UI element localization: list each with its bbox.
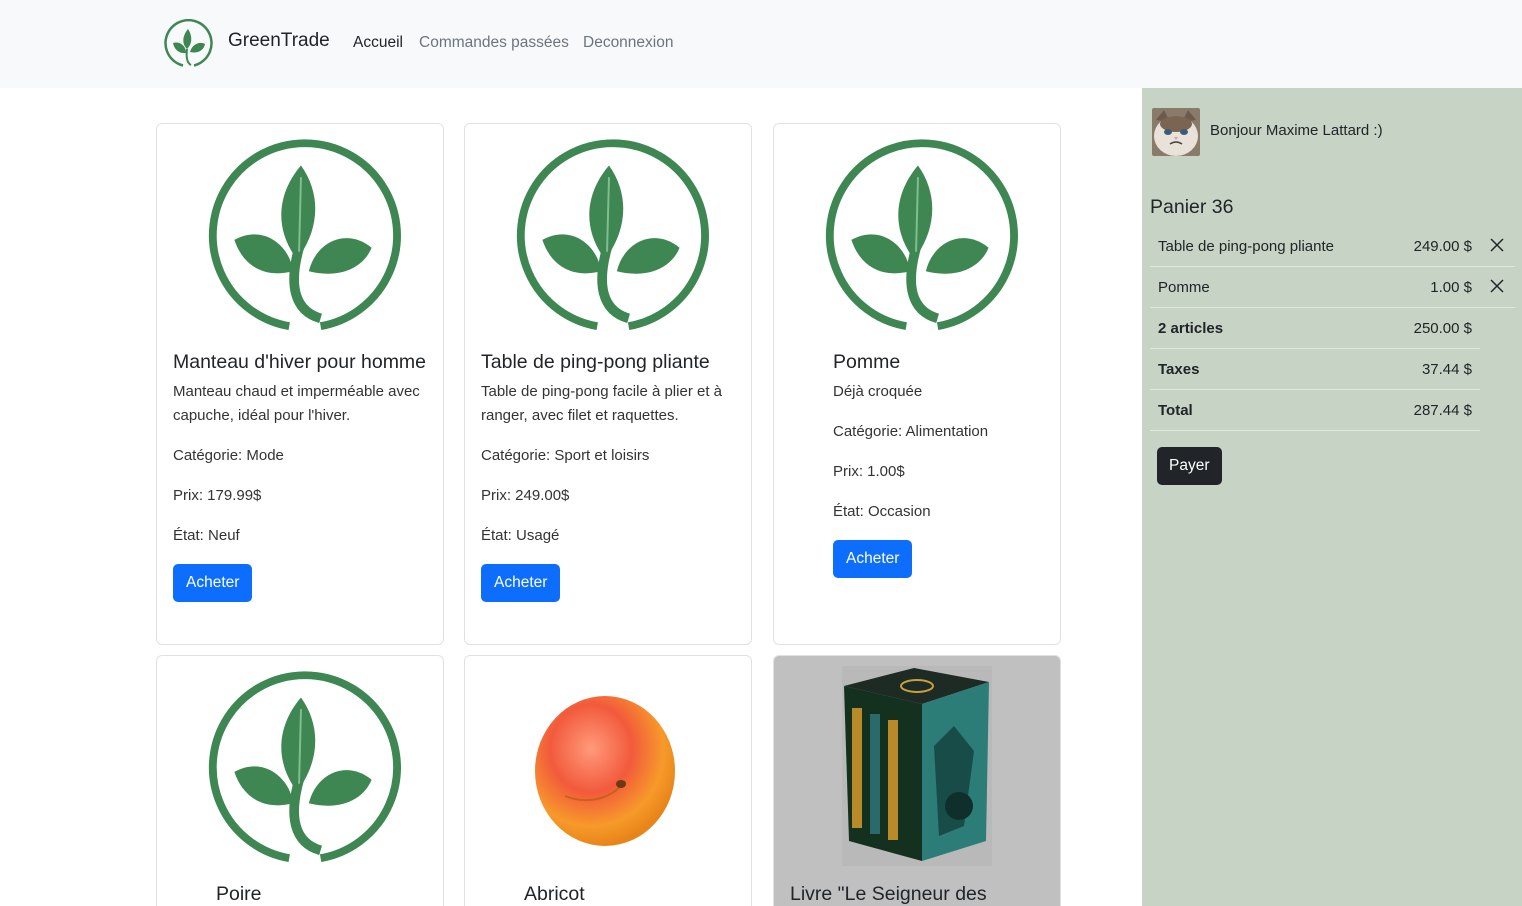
product-state: État: Neuf [173,527,240,544]
cart-item-price: 249.00 $ [1413,238,1472,255]
greentrade-logo-icon [199,138,403,334]
buy-button[interactable]: Acheter [481,564,561,602]
book-box-icon [842,666,992,866]
product-category: Catégorie: Mode [173,447,284,464]
product-card: Pomme Déjà croquée Catégorie: Alimentati… [773,123,1061,645]
close-icon[interactable] [1487,276,1507,296]
product-title: Livre "Le Seigneur des [790,883,987,905]
brand-name[interactable]: GreenTrade [228,30,330,52]
product-description: Table de ping-pong facile à plier et à r… [481,383,722,424]
product-image [774,656,1060,876]
product-image [465,656,751,876]
buy-button[interactable]: Acheter [173,564,253,602]
product-title: Abricot [524,883,585,905]
buy-button[interactable]: Acheter [833,540,913,578]
apricot-icon [535,696,675,846]
product-image [774,124,1061,344]
product-image [157,124,444,344]
cart-item: Table de ping-pong pliante 249.00 $ [1150,226,1515,267]
product-title: Manteau d'hiver pour homme [173,351,427,373]
product-state: État: Usagé [481,527,560,544]
product-card: Livre "Le Seigneur des [773,655,1061,906]
cart-summary-taxes: Taxes 37.44 $ [1150,349,1480,390]
product-title: Pomme [833,351,901,373]
greentrade-logo-icon [816,138,1020,334]
pay-button[interactable]: Payer [1157,447,1222,485]
cart-item: Pomme 1.00 $ [1150,267,1515,308]
nav-link-commandes[interactable]: Commandes passées [419,34,569,52]
summary-label: 2 articles [1158,320,1224,337]
summary-label: Taxes [1158,361,1200,378]
greentrade-logo-icon [507,138,711,334]
product-description: Déjà croquée [833,383,923,400]
product-image [465,124,752,344]
greeting-text: Bonjour Maxime Lattard :) [1210,122,1383,139]
summary-value: 37.44 $ [1421,361,1472,378]
summary-label: Total [1158,402,1193,419]
product-state: État: Occasion [833,503,931,520]
cart-item-price: 1.00 $ [1430,279,1472,296]
product-price: Prix: 179.99$ [173,487,262,504]
cat-avatar-icon [1152,108,1200,156]
product-card: Poire [156,655,444,906]
summary-value: 287.44 $ [1413,402,1472,419]
cart-summary-total: Total 287.44 $ [1150,390,1480,431]
summary-value: 250.00 $ [1413,320,1472,337]
product-card: Manteau d'hiver pour homme Manteau chaud… [156,123,444,645]
product-title: Table de ping-pong pliante [481,351,710,373]
product-card: Table de ping-pong pliante Table de ping… [464,123,752,645]
product-category: Catégorie: Sport et loisirs [481,447,650,464]
product-card: Abricot [464,655,752,906]
cart-item-name: Table de ping-pong pliante [1158,238,1334,255]
avatar [1152,108,1200,156]
product-price: Prix: 1.00$ [833,463,905,480]
product-image [157,656,444,876]
close-icon[interactable] [1487,235,1507,255]
greentrade-logo-icon [199,670,403,866]
cart-sidebar: Bonjour Maxime Lattard :) Panier 36 Tabl… [1142,88,1522,906]
product-title: Poire [216,883,262,905]
product-price: Prix: 249.00$ [481,487,570,504]
navbar: GreenTrade Accueil Commandes passées Dec… [0,0,1522,88]
cart-title: Panier 36 [1150,196,1234,218]
greentrade-logo-icon[interactable] [162,19,214,69]
nav-link-deconnexion[interactable]: Deconnexion [583,34,673,52]
nav-link-accueil[interactable]: Accueil [353,34,403,52]
cart-item-name: Pomme [1158,279,1210,296]
product-description: Manteau chaud et imperméable avec capuch… [173,383,420,424]
cart-summary-articles: 2 articles 250.00 $ [1150,308,1480,349]
product-category: Catégorie: Alimentation [833,423,989,440]
